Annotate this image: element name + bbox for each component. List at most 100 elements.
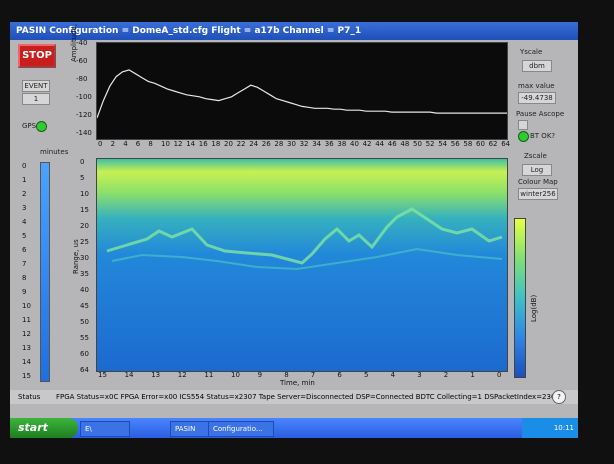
ascope-xtick: 62 (488, 140, 498, 148)
radargram-ytick: 20 (80, 222, 89, 230)
radargram-xtick: 6 (337, 371, 342, 379)
btok-label: BT OK? (530, 132, 556, 140)
status-label: Status (18, 393, 41, 401)
radargram-ytick: 35 (80, 270, 89, 278)
ascope-ytick: -80 (76, 75, 88, 83)
colorbar-label: Log(dB) (530, 294, 538, 322)
ascope-xtick: 48 (400, 140, 410, 148)
radargram-xtick: 15 (98, 371, 107, 379)
status-row: Status FPGA Status=x0C FPGA Error=x00 IC… (10, 390, 578, 404)
radargram-xtick: 9 (257, 371, 263, 379)
radargram-xtick: 3 (417, 371, 422, 379)
ascope-trace (96, 69, 507, 119)
ascope-xtick: 0 (98, 140, 103, 148)
radargram-xtick: 2 (443, 371, 449, 379)
ascope-xtick: 16 (198, 140, 208, 148)
zscale-select[interactable]: Log (522, 164, 552, 176)
minutes-tick: 15 (22, 372, 31, 380)
ascope-xtick: 18 (211, 140, 221, 148)
stop-button[interactable]: STOP (18, 44, 56, 68)
minutes-tick: 7 (22, 260, 27, 268)
yscale-label: Yscale (520, 48, 543, 56)
ascope-xtick: 56 (450, 140, 460, 148)
radargram-xtick: 5 (364, 371, 369, 379)
window-titlebar[interactable]: PASIN Configuration = DomeA_std.cfg Flig… (10, 22, 578, 40)
minutes-tick: 14 (22, 358, 31, 366)
radargram-ytick: 30 (80, 254, 89, 262)
ascope-xtick: 6 (135, 140, 141, 148)
ascope-xtick: 38 (337, 140, 347, 148)
radargram-xtick: 0 (497, 371, 502, 379)
max-value-label: max value (518, 82, 555, 90)
minutes-tick: 0 (22, 162, 27, 170)
ascope-xtick: 60 (476, 140, 485, 148)
ascope-xtick: 14 (186, 140, 196, 148)
minutes-tick: 4 (22, 218, 27, 226)
ascope-xtick: 52 (425, 140, 435, 148)
radargram-xtick: 14 (124, 371, 134, 379)
minutes-slider[interactable] (40, 162, 50, 382)
ascope-xtick: 26 (261, 140, 271, 148)
gps-indicator (36, 121, 47, 132)
ascope-xtick: 44 (375, 140, 385, 148)
ascope-xtick: 10 (161, 140, 170, 148)
status-text: FPGA Status=x0C FPGA Error=x00 ICS554 St… (56, 393, 556, 401)
pause-ascope-label: Pause Ascope (516, 110, 565, 118)
help-button[interactable]: ? (552, 390, 566, 404)
ascope-xtick: 50 (413, 140, 422, 148)
radargram-ytick: 45 (80, 302, 89, 310)
taskbar-item-configuration[interactable]: Configuratio... (208, 421, 274, 437)
minutes-tick: 11 (22, 316, 31, 324)
radargram-image (97, 159, 507, 371)
ascope-xtick: 2 (110, 140, 116, 148)
max-value-display: -49.4738 (518, 92, 556, 104)
radargram-ytick: 40 (80, 286, 89, 294)
system-tray: 10:11 (522, 418, 578, 438)
ascope-xtick: 20 (224, 140, 233, 148)
ascope-xtick: 58 (463, 140, 473, 148)
start-button[interactable]: start (10, 418, 78, 438)
pause-ascope-checkbox[interactable] (518, 120, 528, 130)
screen: PASIN Configuration = DomeA_std.cfg Flig… (10, 22, 578, 438)
ascope-xtick: 4 (123, 140, 128, 148)
ascope-ytick: -120 (76, 111, 92, 119)
taskbar-item-explorer[interactable]: E\ (80, 421, 130, 437)
ascope-xtick: 12 (173, 140, 183, 148)
colour-map-select[interactable]: winter256 (518, 188, 558, 200)
minutes-tick: 13 (22, 344, 31, 352)
window-title: PASIN Configuration = DomeA_std.cfg Flig… (16, 26, 362, 36)
zscale-label: Zscale (524, 152, 547, 160)
radargram-ytick: 0 (80, 158, 85, 166)
minutes-tick: 8 (22, 274, 27, 282)
monitor-frame: PASIN Configuration = DomeA_std.cfg Flig… (0, 0, 614, 464)
yscale-select[interactable]: dbm (522, 60, 552, 72)
colour-map-label: Colour Map (518, 178, 558, 186)
radargram-xlabel: Time, min (280, 379, 315, 387)
radargram-ylabel: Range, us (72, 239, 80, 274)
radargram-plot (96, 158, 508, 372)
event-value: 1 (22, 93, 50, 105)
colorbar (514, 218, 526, 378)
ascope-xtick: 46 (387, 140, 397, 148)
minutes-tick: 6 (22, 246, 27, 254)
gps-label: GPS (22, 122, 37, 130)
event-button[interactable]: EVENT (22, 80, 50, 92)
ascope-ytick: -40 (76, 39, 88, 47)
ascope-xtick: 42 (362, 140, 372, 148)
ascope-xtick: 28 (274, 140, 284, 148)
ascope-plot (96, 42, 508, 140)
minutes-tick: 10 (22, 302, 31, 310)
ascope-ytick: -140 (76, 129, 92, 137)
radargram-ytick: 50 (80, 318, 89, 326)
radargram-ytick: 25 (80, 238, 89, 246)
radargram-ytick: 10 (80, 190, 89, 198)
ascope-xtick: 64 (501, 140, 511, 148)
ascope-xtick: 24 (249, 140, 259, 148)
radargram-ytick: 55 (80, 334, 89, 342)
radargram-xtick: 4 (390, 371, 396, 379)
ascope-xtick: 30 (287, 140, 296, 148)
btok-indicator (518, 131, 529, 142)
radargram-xtick: 12 (177, 371, 187, 379)
ascope-xtick: 34 (312, 140, 322, 148)
ascope-xtick: 40 (350, 140, 359, 148)
